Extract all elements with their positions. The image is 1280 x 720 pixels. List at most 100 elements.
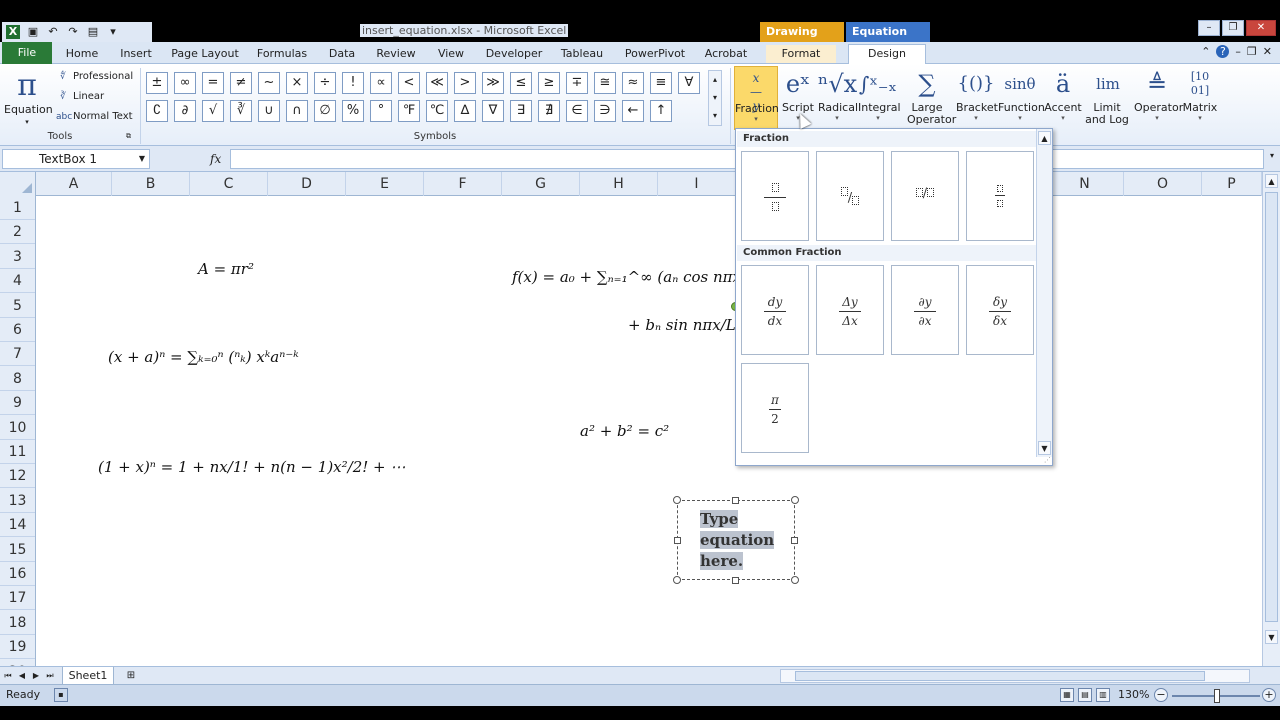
equation-binomial-expansion[interactable]: (1 + x)ⁿ = 1 + nx/1! + n(n − 1)x²/2! + ⋯: [98, 458, 405, 476]
close-icon[interactable]: ✕: [1246, 20, 1276, 36]
symbol-button[interactable]: ∄: [538, 100, 560, 122]
symbol-button[interactable]: ∋: [594, 100, 616, 122]
symbol-button[interactable]: ↑: [650, 100, 672, 122]
resize-handle-s[interactable]: [732, 577, 739, 584]
symbol-button[interactable]: ←: [622, 100, 644, 122]
column-header[interactable]: O: [1124, 172, 1202, 196]
large-operator-button[interactable]: ∑ Large Operator: [900, 66, 956, 130]
page-layout-view-icon[interactable]: ▤: [1078, 688, 1092, 702]
gallery-item-small-fraction[interactable]: [966, 151, 1034, 241]
symbol-button[interactable]: ∅: [314, 100, 336, 122]
limit-and-log-button[interactable]: lim Limit and Log: [1084, 66, 1132, 130]
column-header[interactable]: H: [580, 172, 658, 196]
symbol-button[interactable]: ∀: [678, 72, 700, 94]
restore-icon[interactable]: ❐: [1222, 20, 1244, 36]
workbook-close-icon[interactable]: ✕: [1263, 45, 1272, 58]
integral-button[interactable]: ∫ˣ₋ₓ Integral ▾: [858, 66, 901, 130]
scroll-down-icon[interactable]: ▼: [1038, 441, 1051, 455]
resize-handle-se[interactable]: [791, 576, 799, 584]
symbol-button[interactable]: ∩: [286, 100, 308, 122]
column-header[interactable]: P: [1202, 172, 1262, 196]
gallery-item-delta-y-delta-x[interactable]: Δy Δx: [816, 265, 884, 355]
gallery-item-stacked-fraction[interactable]: [741, 151, 809, 241]
workbook-restore-icon[interactable]: ❐: [1247, 45, 1257, 58]
row-header[interactable]: 11: [0, 440, 35, 464]
name-box[interactable]: TextBox 1 ▼: [2, 149, 150, 169]
tab-formulas[interactable]: Formulas: [252, 45, 312, 63]
row-header[interactable]: 12: [0, 464, 35, 489]
resize-handle-n[interactable]: [732, 497, 739, 504]
worksheet-grid[interactable]: ABCDEFGHIJKLMNOP 12345678910111213141516…: [0, 172, 1262, 666]
row-header[interactable]: 2: [0, 220, 35, 245]
row-header[interactable]: 7: [0, 342, 35, 367]
tab-acrobat[interactable]: Acrobat: [700, 45, 752, 63]
vertical-scrollbar[interactable]: ▲ ▼: [1262, 172, 1280, 666]
symbol-button[interactable]: ∪: [258, 100, 280, 122]
gallery-item-partial-y-partial-x[interactable]: ∂y ∂x: [891, 265, 959, 355]
tab-view[interactable]: View: [432, 45, 470, 63]
column-header[interactable]: I: [658, 172, 736, 196]
zoom-in-icon[interactable]: +: [1262, 688, 1276, 702]
row-header[interactable]: 15: [0, 538, 35, 562]
tab-powerpivot[interactable]: PowerPivot: [618, 45, 692, 63]
row-header[interactable]: 10: [0, 416, 35, 440]
tab-data[interactable]: Data: [324, 45, 360, 63]
symbol-button[interactable]: ℉: [398, 100, 420, 122]
row-header[interactable]: 8: [0, 367, 35, 391]
tab-insert[interactable]: Insert: [114, 45, 158, 63]
symbol-button[interactable]: ≪: [426, 72, 448, 94]
column-header[interactable]: N: [1046, 172, 1124, 196]
row-header[interactable]: 18: [0, 611, 35, 635]
tab-format[interactable]: Format: [766, 45, 836, 63]
symbol-button[interactable]: ≤: [510, 72, 532, 94]
symbol-button[interactable]: ∁: [146, 100, 168, 122]
symbol-button[interactable]: ∂: [174, 100, 196, 122]
tab-page-layout[interactable]: Page Layout: [170, 45, 240, 63]
undo-icon[interactable]: ↶: [46, 25, 60, 39]
scroll-down-icon[interactable]: ▼: [1265, 630, 1278, 644]
column-header[interactable]: B: [112, 172, 190, 196]
insert-sheet-icon[interactable]: ⊞: [120, 668, 142, 684]
column-header[interactable]: D: [268, 172, 346, 196]
gallery-item-linear-fraction[interactable]: /: [891, 151, 959, 241]
symbol-button[interactable]: <: [398, 72, 420, 94]
symbol-button[interactable]: ≥: [538, 72, 560, 94]
symbol-button[interactable]: ∈: [566, 100, 588, 122]
tab-tableau[interactable]: Tableau: [558, 45, 606, 63]
column-header[interactable]: F: [424, 172, 502, 196]
equation-button[interactable]: π Equation ▾: [4, 68, 53, 128]
tools-dialog-launcher-icon[interactable]: ⧉: [126, 132, 131, 141]
row-header[interactable]: 19: [0, 635, 35, 660]
row-header[interactable]: 3: [0, 245, 35, 269]
redo-icon[interactable]: ↷: [66, 25, 80, 39]
matrix-button[interactable]: [10 01] Matrix ▾: [1182, 66, 1218, 130]
insert-function-button[interactable]: fx: [152, 149, 228, 169]
save-icon[interactable]: ▣: [26, 25, 40, 39]
symbol-button[interactable]: ×: [286, 72, 308, 94]
equation-circle-area[interactable]: A = πr²: [198, 260, 254, 278]
zoom-slider-thumb[interactable]: [1214, 689, 1220, 703]
open-icon[interactable]: ▤: [86, 25, 100, 39]
row-header[interactable]: 14: [0, 513, 35, 538]
column-header[interactable]: A: [36, 172, 112, 196]
horizontal-scrollbar[interactable]: [780, 669, 1250, 683]
column-header[interactable]: C: [190, 172, 268, 196]
symbol-button[interactable]: !: [342, 72, 364, 94]
column-header[interactable]: G: [502, 172, 580, 196]
symbol-button[interactable]: ≈: [622, 72, 644, 94]
operator-button[interactable]: ≜ Operator ▾: [1134, 66, 1183, 130]
symbol-button[interactable]: ∝: [370, 72, 392, 94]
resize-handle-w[interactable]: [674, 537, 681, 544]
radical-button[interactable]: ⁿ√x Radical ▾: [818, 66, 858, 130]
tab-home[interactable]: Home: [62, 45, 102, 63]
equation-binomial[interactable]: (x + a)ⁿ = ∑ₖ₌₀ⁿ (ⁿₖ) xᵏaⁿ⁻ᵏ: [108, 348, 299, 366]
resize-handle-nw[interactable]: [673, 496, 681, 504]
resize-handle-sw[interactable]: [673, 576, 681, 584]
equation-fourier-line1[interactable]: f(x) = a₀ + ∑ₙ₌₁^∞ (aₙ cos nπx/L: [512, 268, 756, 286]
tab-file[interactable]: File: [2, 42, 52, 64]
sheet-tab-sheet1[interactable]: Sheet1: [62, 667, 114, 685]
chevron-down-icon[interactable]: ▼: [139, 150, 145, 168]
symbols-scroll[interactable]: ▴ ▾ ▾: [708, 70, 722, 126]
equation-textbox[interactable]: Type equation here.: [677, 500, 795, 580]
symbol-button[interactable]: ±: [146, 72, 168, 94]
